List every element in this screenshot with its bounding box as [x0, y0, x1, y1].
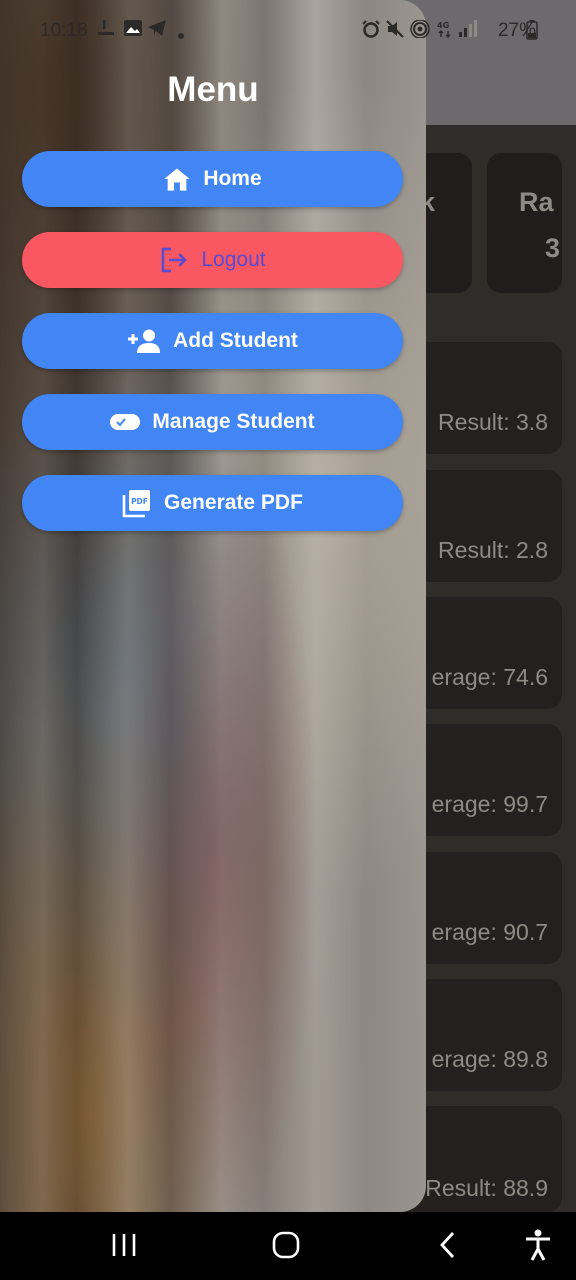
accessibility-icon[interactable] [524, 1229, 552, 1266]
home-nav-icon[interactable] [271, 1230, 301, 1265]
student-card-value: Result: 3.8 [438, 409, 548, 435]
student-card-value: erage: 99.7 [431, 791, 548, 817]
stat-card-value: 3 [545, 233, 561, 263]
manage-student-button[interactable]: Manage Student [22, 394, 403, 450]
logout-button-label: Logout [201, 248, 266, 271]
status-bar: 10:18 4G 27% [0, 0, 576, 64]
add-person-icon [127, 328, 161, 354]
notification-dot-icon [178, 26, 184, 44]
toggle-icon [110, 414, 141, 430]
signal-icon [459, 20, 477, 43]
svg-text:4G: 4G [437, 21, 449, 30]
stat-card[interactable]: Ra 3 [487, 153, 562, 293]
system-nav-bar [0, 1212, 576, 1280]
status-time: 10:18 [40, 20, 88, 41]
generate-pdf-button-label: Generate PDF [164, 491, 303, 514]
stat-card-label: Ra [519, 187, 554, 217]
gallery-icon [124, 20, 142, 41]
battery-icon [526, 20, 538, 45]
generate-pdf-button[interactable]: PDF Generate PDF [22, 475, 403, 531]
navigation-drawer: Menu Home Logout Add Student Manage Stud… [0, 0, 426, 1212]
logout-icon [159, 246, 189, 274]
student-card-value: erage: 74.6 [431, 664, 548, 690]
svg-text:PDF: PDF [131, 497, 148, 506]
student-card-value: erage: 89.8 [431, 1046, 548, 1072]
mute-icon [386, 20, 404, 43]
logout-button[interactable]: Logout [22, 232, 403, 288]
alarm-icon [362, 20, 380, 43]
student-card-value: Result: 2.8 [438, 537, 548, 563]
home-icon [163, 166, 191, 192]
home-button-label: Home [203, 167, 262, 190]
add-student-button[interactable]: Add Student [22, 313, 403, 369]
recent-apps-icon[interactable] [111, 1230, 137, 1265]
data-usage-icon [98, 20, 114, 43]
network-4g-icon: 4G [437, 20, 457, 43]
add-student-button-label: Add Student [173, 329, 298, 352]
drawer-title: Menu [167, 70, 259, 109]
home-button[interactable]: Home [22, 151, 403, 207]
student-card-value: erage: 90.7 [431, 919, 548, 945]
pdf-icon: PDF [122, 488, 152, 518]
student-card-value: Result: 88.9 [425, 1175, 548, 1201]
hotspot-icon [410, 19, 430, 43]
back-icon[interactable] [436, 1230, 458, 1265]
manage-student-button-label: Manage Student [152, 410, 315, 433]
telegram-icon [148, 20, 166, 41]
